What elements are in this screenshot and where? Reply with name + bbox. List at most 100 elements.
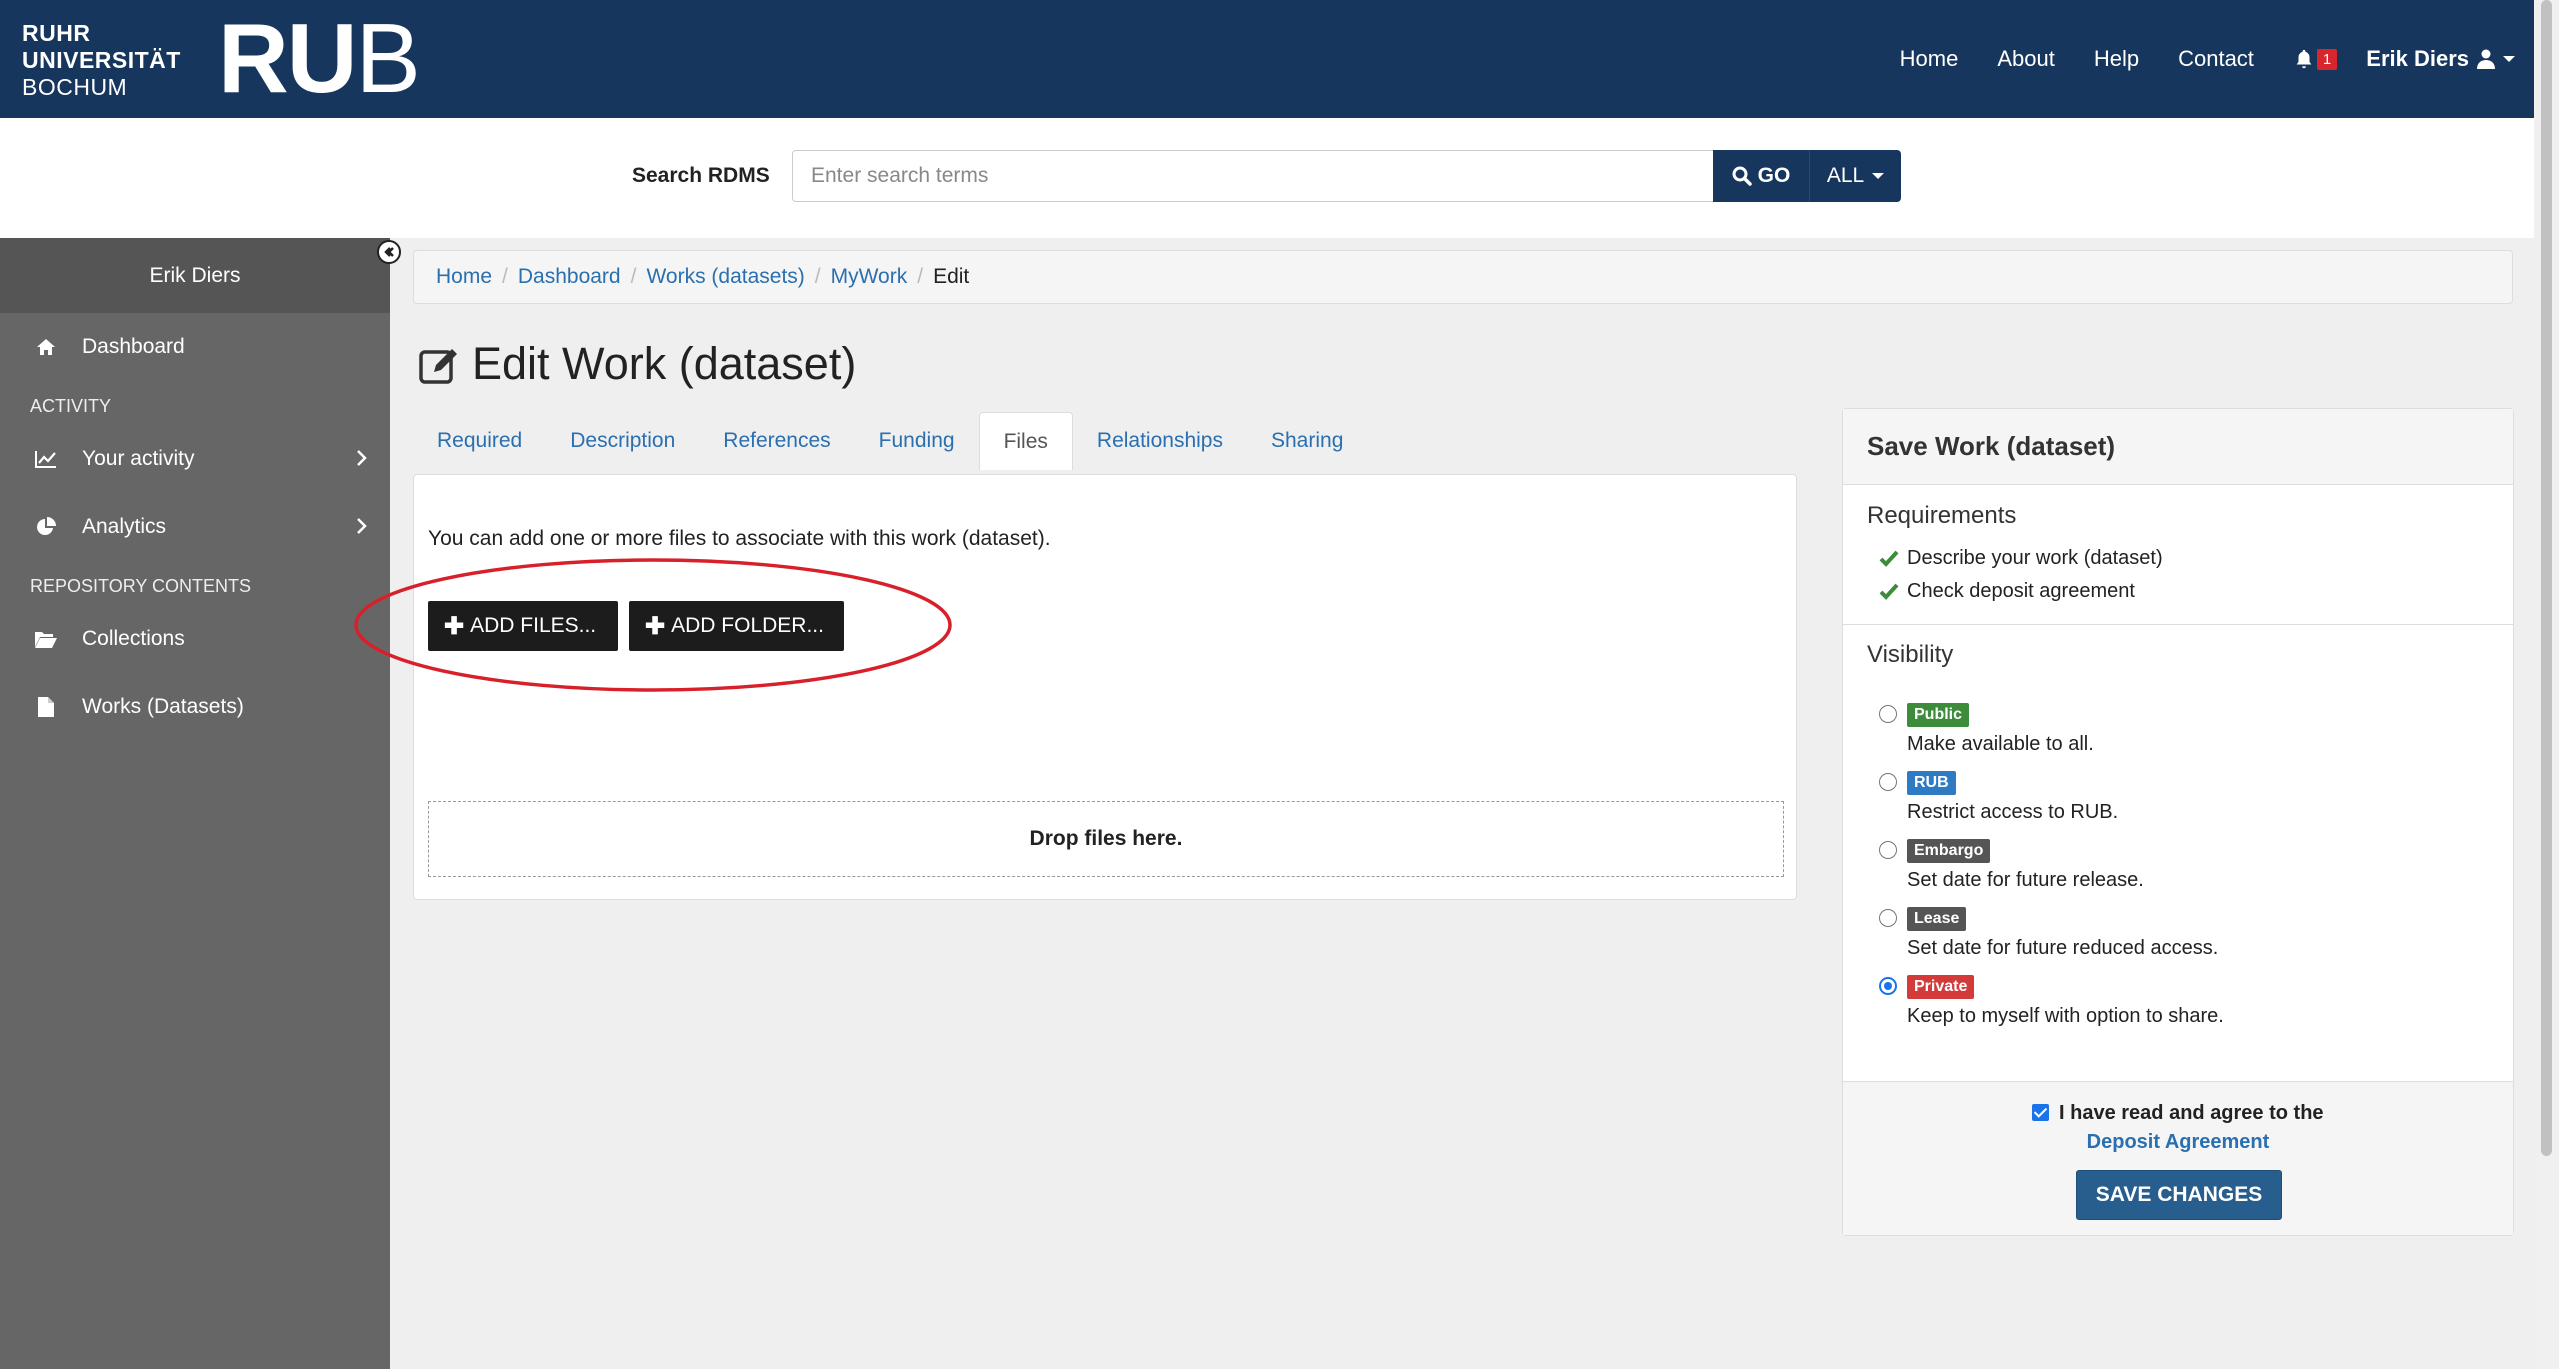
visibility-title: Visibility bbox=[1867, 641, 1954, 668]
deposit-agreement-link[interactable]: Deposit Agreement bbox=[1843, 1131, 2513, 1154]
file-drop-zone[interactable]: Drop files here. bbox=[428, 801, 1784, 877]
breadcrumb-separator: / bbox=[814, 265, 821, 288]
breadcrumb-current: Edit bbox=[933, 265, 970, 288]
page-title-text: Edit Work (dataset) bbox=[472, 338, 857, 389]
agreement-checkbox[interactable] bbox=[2032, 1104, 2050, 1121]
tab-required[interactable]: Required bbox=[413, 412, 546, 470]
sidebar-item-label: Your activity bbox=[82, 447, 195, 470]
sidebar-item-label: Collections bbox=[82, 627, 185, 650]
search-scope-dropdown[interactable]: ALL bbox=[1809, 150, 1901, 202]
breadcrumb-mywork[interactable]: MyWork bbox=[831, 265, 908, 289]
requirement-label: Check deposit agreement bbox=[1907, 580, 2135, 602]
university-logo-text[interactable]: RUHR UNIVERSITÄT BOCHUM bbox=[22, 20, 181, 101]
add-files-label: ADD FILES... bbox=[470, 614, 597, 637]
files-panel: You can add one or more files to associa… bbox=[413, 474, 1797, 900]
logo-line-2: UNIVERSITÄT bbox=[22, 47, 181, 73]
public-badge: Public bbox=[1907, 703, 1970, 727]
sidebar-item-dashboard[interactable]: Dashboard bbox=[0, 313, 390, 381]
sidebar-collapse-toggle[interactable] bbox=[377, 240, 401, 264]
lease-badge: Lease bbox=[1907, 907, 1967, 931]
file-icon bbox=[34, 695, 58, 719]
user-menu[interactable]: Erik Diers bbox=[2366, 46, 2515, 72]
home-icon bbox=[34, 335, 58, 359]
add-folder-button[interactable]: ✚ ADD FOLDER... bbox=[629, 601, 844, 651]
save-panel-footer: I have read and agree to the Deposit Agr… bbox=[1843, 1081, 2513, 1235]
folder-open-icon bbox=[34, 627, 58, 651]
sidebar: Erik Diers Dashboard ACTIVITY Your activ… bbox=[0, 238, 390, 1369]
breadcrumb-home[interactable]: Home bbox=[436, 265, 492, 289]
visibility-description: Set date for future reduced access. bbox=[1907, 937, 2219, 959]
search-label: Search RDMS bbox=[632, 164, 770, 187]
page-scrollbar[interactable] bbox=[2534, 0, 2559, 1369]
user-name: Erik Diers bbox=[2366, 46, 2469, 71]
chevron-down-icon bbox=[2503, 56, 2515, 62]
breadcrumb-separator: / bbox=[502, 265, 508, 288]
notification-count-badge: 1 bbox=[2316, 48, 2338, 70]
visibility-radio-lease[interactable] bbox=[1879, 909, 1897, 927]
sidebar-item-collections[interactable]: Collections bbox=[0, 605, 390, 673]
tab-funding[interactable]: Funding bbox=[855, 412, 979, 470]
tab-files[interactable]: Files bbox=[978, 412, 1073, 470]
search-go-button[interactable]: GO bbox=[1713, 150, 1809, 202]
top-navigation: Home About Help Contact 1 Erik Diers bbox=[1861, 0, 2515, 118]
plus-icon: ✚ bbox=[645, 612, 666, 640]
requirement-item: Check deposit agreement bbox=[1843, 575, 2513, 608]
rub-logo[interactable]: RUB bbox=[218, 8, 421, 108]
scope-label: ALL bbox=[1826, 164, 1865, 187]
visibility-radio-private[interactable] bbox=[1879, 977, 1897, 995]
chevron-left-icon bbox=[384, 247, 394, 257]
scrollbar-thumb[interactable] bbox=[2541, 0, 2552, 1156]
visibility-option-private[interactable]: Private Keep to myself with option to sh… bbox=[1843, 971, 2513, 1039]
sidebar-item-your-activity[interactable]: Your activity bbox=[0, 425, 390, 493]
sidebar-item-label: Works (Datasets) bbox=[82, 695, 244, 718]
breadcrumb-separator: / bbox=[630, 265, 637, 288]
requirements-title: Requirements bbox=[1867, 502, 2017, 529]
pie-chart-icon bbox=[34, 515, 58, 539]
search-input[interactable] bbox=[792, 150, 1714, 202]
sidebar-item-works[interactable]: Works (Datasets) bbox=[0, 673, 390, 741]
breadcrumb-separator: / bbox=[917, 265, 924, 288]
tab-description[interactable]: Description bbox=[546, 412, 699, 470]
visibility-option-lease[interactable]: Lease Set date for future reduced access… bbox=[1843, 903, 2513, 971]
logo-line-3: BOCHUM bbox=[22, 74, 128, 100]
rub-logo-light: B bbox=[355, 3, 421, 113]
tab-sharing[interactable]: Sharing bbox=[1247, 412, 1367, 470]
save-changes-button[interactable]: SAVE CHANGES bbox=[2076, 1170, 2282, 1220]
visibility-option-public[interactable]: Public Make available to all. bbox=[1843, 699, 2513, 767]
plus-icon: ✚ bbox=[444, 612, 465, 640]
logo-line-1: RUHR bbox=[22, 20, 91, 46]
chevron-right-icon bbox=[357, 518, 367, 534]
sidebar-heading-activity: ACTIVITY bbox=[30, 396, 112, 416]
search-icon bbox=[1732, 166, 1752, 186]
agreement-text: I have read and agree to the bbox=[2059, 1102, 2324, 1124]
chevron-right-icon bbox=[357, 450, 367, 466]
private-badge: Private bbox=[1907, 975, 1975, 999]
checkmark-icon bbox=[1879, 550, 1899, 567]
agreement-row: I have read and agree to the bbox=[1843, 1102, 2513, 1125]
add-folder-label: ADD FOLDER... bbox=[671, 614, 824, 637]
top-header: RUHR UNIVERSITÄT BOCHUM RUB Home About H… bbox=[0, 0, 2559, 118]
line-chart-icon bbox=[34, 447, 58, 471]
sidebar-item-analytics[interactable]: Analytics bbox=[0, 493, 390, 561]
requirement-label: Describe your work (dataset) bbox=[1907, 547, 2163, 569]
embargo-badge: Embargo bbox=[1907, 839, 1991, 863]
breadcrumb-dashboard[interactable]: Dashboard bbox=[518, 265, 621, 289]
visibility-radio-embargo[interactable] bbox=[1879, 841, 1897, 859]
nav-home[interactable]: Home bbox=[1900, 46, 1959, 72]
notifications-button[interactable]: 1 bbox=[2293, 48, 2338, 70]
tab-references[interactable]: References bbox=[699, 412, 854, 470]
breadcrumb-works[interactable]: Works (datasets) bbox=[646, 265, 804, 289]
breadcrumb: Home / Dashboard / Works (datasets) / My… bbox=[413, 250, 2513, 304]
visibility-radio-rub[interactable] bbox=[1879, 773, 1897, 791]
rub-badge: RUB bbox=[1907, 771, 1956, 795]
visibility-option-embargo[interactable]: Embargo Set date for future release. bbox=[1843, 835, 2513, 903]
nav-contact[interactable]: Contact bbox=[2178, 46, 2254, 72]
tab-relationships[interactable]: Relationships bbox=[1073, 412, 1247, 470]
nav-help[interactable]: Help bbox=[2094, 46, 2139, 72]
add-files-button[interactable]: ✚ ADD FILES... bbox=[428, 601, 618, 651]
requirement-item: Describe your work (dataset) bbox=[1843, 542, 2513, 575]
visibility-radio-public[interactable] bbox=[1879, 705, 1897, 723]
rub-logo-bold: RU bbox=[218, 3, 358, 113]
visibility-option-rub[interactable]: RUB Restrict access to RUB. bbox=[1843, 767, 2513, 835]
nav-about[interactable]: About bbox=[1997, 46, 2055, 72]
